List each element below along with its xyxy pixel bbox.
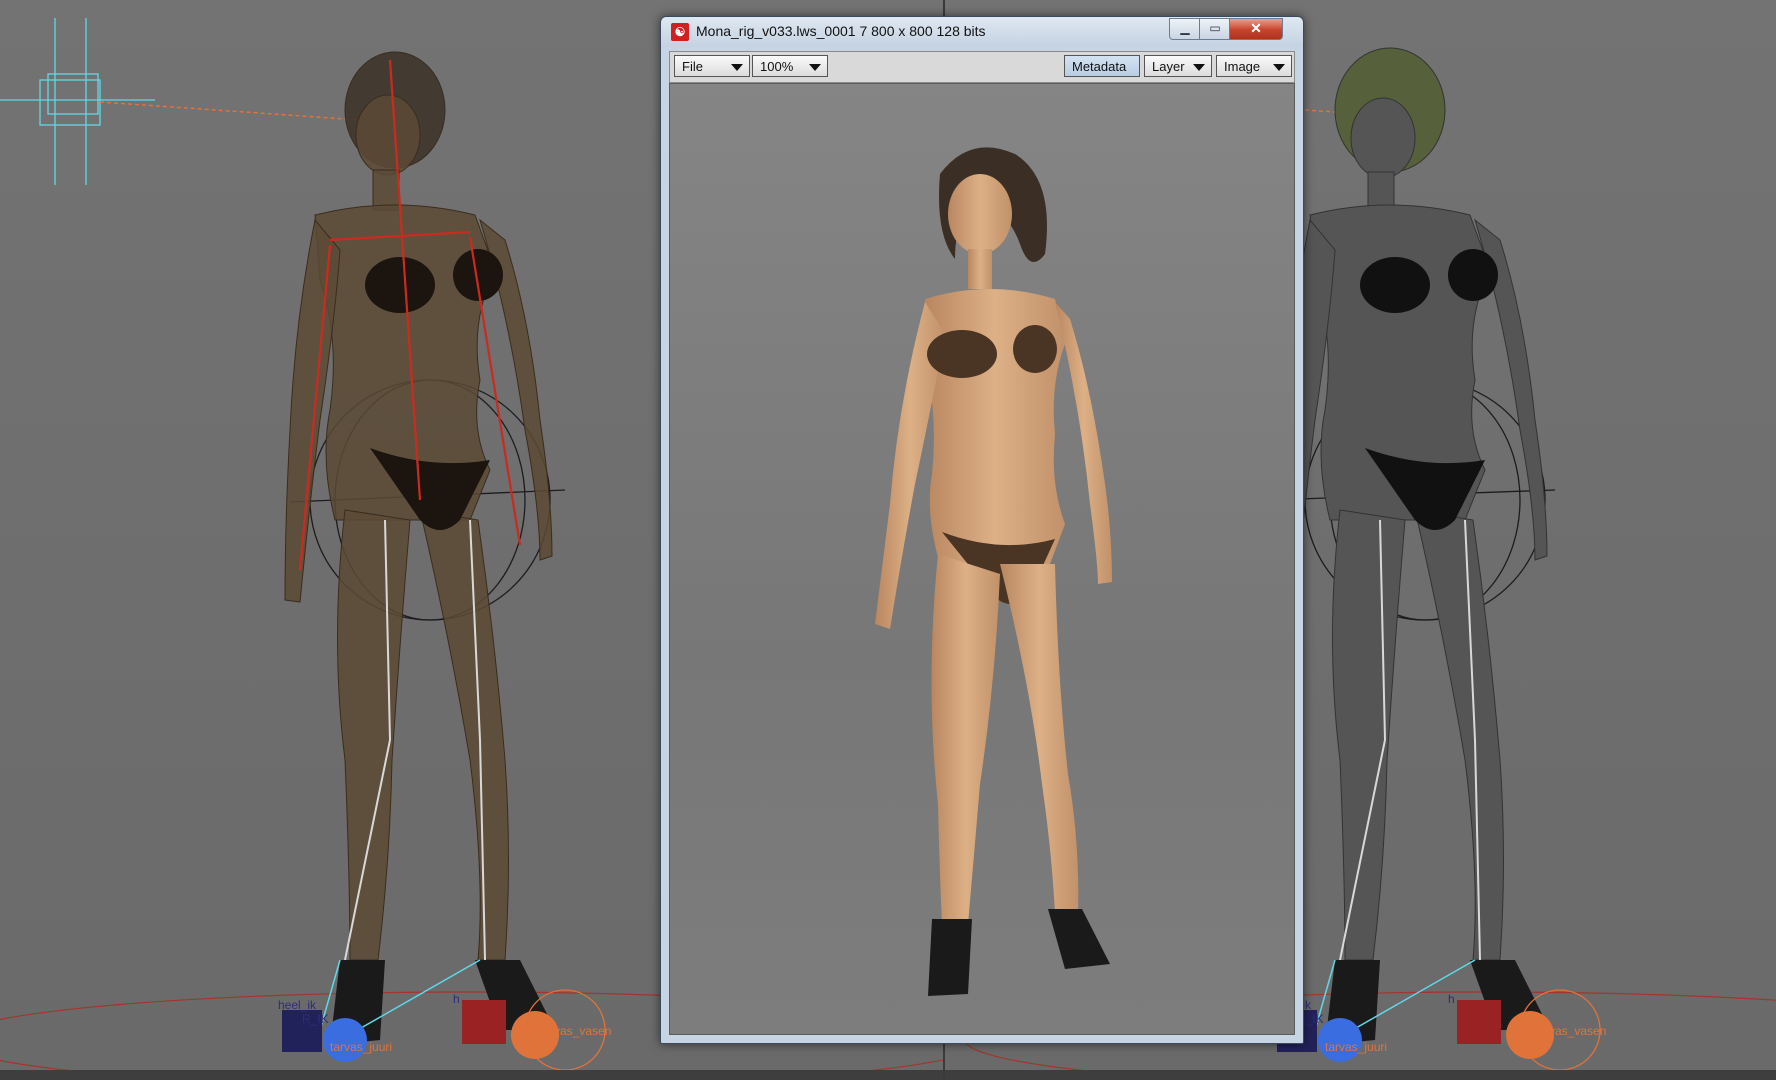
file-menu-button[interactable]: File [674,55,750,77]
layer-label: Layer [1152,59,1185,74]
label-h: h [453,992,460,1006]
face [948,174,1012,254]
minimize-button[interactable]: ▁ [1169,18,1201,40]
close-button[interactable]: ✕ [1229,18,1283,40]
image-dropdown[interactable]: Image [1216,55,1292,77]
chevron-down-icon [1273,64,1285,71]
zoom-dropdown[interactable]: 100% [752,55,828,77]
metadata-button[interactable]: Metadata [1064,55,1140,77]
rendered-character-image [875,147,1112,996]
bikini-top-left [927,330,997,378]
image-label: Image [1224,59,1261,74]
left-leg [1000,564,1079,914]
right-shoe [928,919,972,996]
chevron-down-icon [731,64,743,71]
label-tarvas-juuri: tarvas_juuri [330,1040,393,1054]
viewport-left-bottom-bar [0,1070,943,1080]
left-shoe [1048,909,1110,969]
layer-dropdown[interactable]: Layer [1144,55,1212,77]
viewer-toolbar: File 100% Metadata Layer Image [669,51,1295,83]
image-viewer-window[interactable]: ☯ Mona_rig_v033.lws_0001 7 800 x 800 128… [660,16,1304,1044]
neck [968,249,992,289]
render-canvas[interactable] [669,83,1295,1035]
chevron-down-icon [1193,64,1205,71]
viewport-right-bottom-bar [945,1070,1776,1080]
ik-box-red[interactable] [462,1000,506,1044]
title-bar[interactable]: ☯ Mona_rig_v033.lws_0001 7 800 x 800 128… [661,17,1303,47]
chevron-down-icon [809,64,821,71]
camera-gizmo[interactable] [0,18,155,185]
bikini-top-right [1013,325,1057,373]
maximize-button[interactable]: ▭ [1199,18,1231,40]
window-title: Mona_rig_v033.lws_0001 7 800 x 800 128 b… [696,23,986,39]
label-heel-ik: heel_ik [278,998,317,1012]
ik-box-red-right[interactable] [1457,1000,1501,1044]
camera-target-line [99,101,361,121]
label-r-ik: R_IK [302,1012,329,1026]
label-tarvas-vasen: tarvas_vasen [540,1024,612,1038]
label-tarvas-vasen-right: tarvas_vasen [1535,1024,1607,1038]
label-tarvas-juuri-right: tarvas_juuri [1325,1040,1388,1054]
app-icon: ☯ [671,23,689,41]
right-leg [931,554,1000,924]
zoom-label: 100% [760,59,794,74]
file-menu-label: File [682,59,703,74]
label-h-right: h [1448,992,1455,1006]
